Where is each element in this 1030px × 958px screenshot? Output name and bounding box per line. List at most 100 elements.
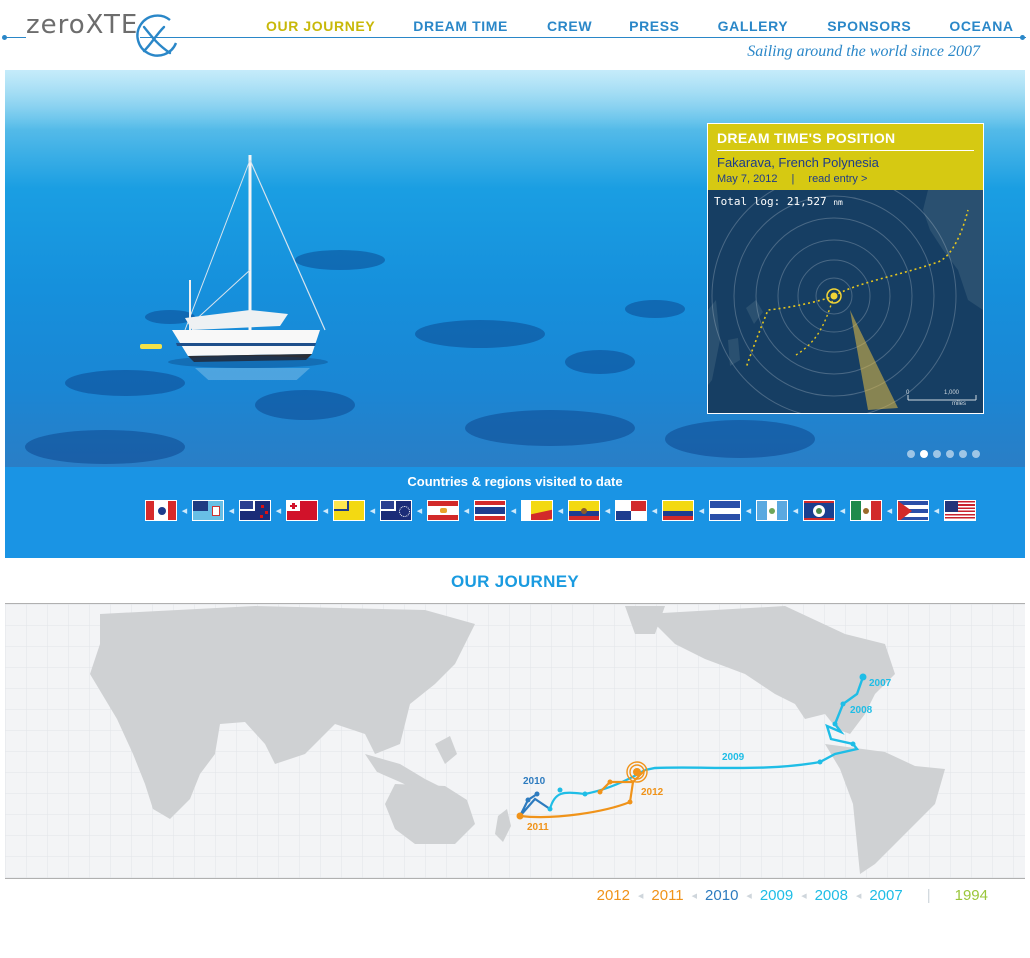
- main-nav: OUR JOURNEY DREAM TIME CREW PRESS GALLER…: [260, 18, 1020, 34]
- nav-gallery[interactable]: GALLERY: [718, 18, 789, 34]
- flag-panama[interactable]: [615, 500, 647, 521]
- position-separator: |: [791, 173, 795, 185]
- year-filter: 2012 ◀ 2011 ◀ 2010 ◀ 2009 ◀ 2008 ◀ 2007 …: [597, 887, 988, 904]
- position-map[interactable]: Total log: 21,527 nm 0 1,000 miles: [708, 190, 983, 413]
- route-label-2007[interactable]: 2007: [869, 678, 891, 689]
- scale-unit: miles: [952, 401, 967, 407]
- flag-fiji[interactable]: [192, 500, 224, 521]
- reef-patch: [625, 300, 685, 318]
- route-label-2010[interactable]: 2010: [523, 776, 545, 787]
- year-separator-dot: ◀: [855, 892, 862, 900]
- nav-press[interactable]: PRESS: [629, 18, 679, 34]
- reef-patch: [25, 430, 185, 464]
- slide-dot-1[interactable]: [907, 450, 915, 458]
- flag-arrow: ◀: [463, 507, 470, 515]
- scale-value: 1,000: [944, 390, 960, 396]
- flag-arrow: ◀: [886, 507, 893, 515]
- nav-our-journey[interactable]: OUR JOURNEY: [266, 18, 375, 34]
- flag-arrow: ◀: [557, 507, 564, 515]
- year-2012[interactable]: 2012: [597, 887, 630, 904]
- total-log: Total log: 21,527 nm: [714, 195, 843, 208]
- flag-tonga[interactable]: [286, 500, 318, 521]
- nav-oceana[interactable]: OCEANA: [949, 18, 1013, 34]
- flag-arrow: ◀: [933, 507, 940, 515]
- header-rule-dot-right: [1020, 35, 1025, 40]
- position-title: DREAM TIME'S POSITION: [717, 130, 974, 151]
- route-label-2008[interactable]: 2008: [850, 705, 872, 716]
- flag-mexico[interactable]: [850, 500, 882, 521]
- position-location: Fakarava, French Polynesia: [717, 155, 879, 170]
- slide-dot-6[interactable]: [972, 450, 980, 458]
- year-2008[interactable]: 2008: [815, 887, 848, 904]
- flag-arrow: ◀: [275, 507, 282, 515]
- logo-x-icon[interactable]: [130, 13, 182, 61]
- position-date: May 7, 2012: [717, 173, 778, 185]
- flag-cook-islands[interactable]: [380, 500, 412, 521]
- flag-belize[interactable]: [803, 500, 835, 521]
- flag-ecuador[interactable]: [568, 500, 600, 521]
- position-meta: May 7, 2012 | read entry >: [717, 173, 974, 185]
- hero-banner[interactable]: DREAM TIME'S POSITION Fakarava, French P…: [5, 70, 1025, 467]
- journey-title: OUR JOURNEY: [451, 572, 579, 591]
- reef-patch: [465, 410, 635, 446]
- flag-cuba[interactable]: [897, 500, 929, 521]
- flag-new-zealand[interactable]: [239, 500, 271, 521]
- header-rule-dot-left: [2, 35, 7, 40]
- position-panel: DREAM TIME'S POSITION Fakarava, French P…: [707, 123, 984, 414]
- nav-sponsors[interactable]: SPONSORS: [827, 18, 911, 34]
- flag-guatemala[interactable]: [756, 500, 788, 521]
- flag-arrow: ◀: [792, 507, 799, 515]
- flag-colombia[interactable]: [662, 500, 694, 521]
- flag-arrow: ◀: [839, 507, 846, 515]
- route-label-2011[interactable]: 2011: [527, 822, 549, 833]
- flag-niue[interactable]: [333, 500, 365, 521]
- year-2010[interactable]: 2010: [705, 887, 738, 904]
- logo-text[interactable]: zeroXTE: [26, 10, 141, 40]
- sky-haze: [5, 70, 1025, 130]
- site-header: zeroXTE OUR JOURNEY DREAM TIME CREW PRES…: [0, 0, 1030, 70]
- flag-arrow: ◀: [510, 507, 517, 515]
- year-divider: |: [926, 887, 931, 904]
- total-log-label: Total log:: [714, 195, 781, 208]
- tagline: Sailing around the world since 2007: [747, 43, 980, 60]
- flag-french-polynesia[interactable]: [427, 500, 459, 521]
- flag-arrow: ◀: [181, 507, 188, 515]
- sailboat-image: [140, 155, 328, 380]
- flag-galapagos[interactable]: [521, 500, 553, 521]
- total-log-unit: nm: [833, 198, 843, 207]
- year-2011[interactable]: 2011: [651, 887, 683, 904]
- year-2007[interactable]: 2007: [869, 887, 902, 904]
- flag-niue-like[interactable]: [145, 500, 177, 521]
- reef-patch: [665, 420, 815, 458]
- total-log-value: 21,527: [786, 195, 827, 208]
- year-separator-dot: ◀: [746, 892, 752, 900]
- slide-dot-4[interactable]: [946, 450, 954, 458]
- slide-dot-5[interactable]: [959, 450, 967, 458]
- route-label-2009[interactable]: 2009: [722, 752, 744, 763]
- flag-arrow: ◀: [322, 507, 329, 515]
- flag-arrow: ◀: [651, 507, 658, 515]
- flag-honduras[interactable]: [709, 500, 741, 521]
- countries-band: Countries & regions visited to date ◀ ◀ …: [5, 467, 1025, 558]
- year-separator-dot: ◀: [801, 892, 807, 900]
- read-entry-link[interactable]: read entry >: [808, 173, 867, 185]
- journey-map[interactable]: 2007 2008 2009 2010 2011 2012: [5, 603, 1025, 879]
- flag-arrow: ◀: [745, 507, 752, 515]
- scale-zero: 0: [906, 390, 910, 396]
- year-2009[interactable]: 2009: [760, 887, 793, 904]
- flag-arrow: ◀: [416, 507, 423, 515]
- flag-arrow: ◀: [698, 507, 705, 515]
- year-1994[interactable]: 1994: [955, 887, 988, 904]
- slide-dot-2[interactable]: [920, 450, 928, 458]
- nav-crew[interactable]: CREW: [547, 18, 592, 34]
- flag-usa[interactable]: [944, 500, 976, 521]
- slide-dot-3[interactable]: [933, 450, 941, 458]
- flag-marquesas[interactable]: [474, 500, 506, 521]
- flag-strip: ◀ ◀ ◀ ◀ ◀ ◀ ◀ ◀ ◀ ◀ ◀ ◀ ◀ ◀ ◀ ◀ ◀: [145, 500, 976, 521]
- reef-patch: [415, 320, 545, 348]
- year-separator-dot: ◀: [638, 892, 644, 900]
- hero-slide-dots: [907, 450, 980, 458]
- position-radar-map: [708, 190, 983, 413]
- nav-dream-time[interactable]: DREAM TIME: [413, 18, 508, 34]
- route-label-2012[interactable]: 2012: [641, 787, 663, 798]
